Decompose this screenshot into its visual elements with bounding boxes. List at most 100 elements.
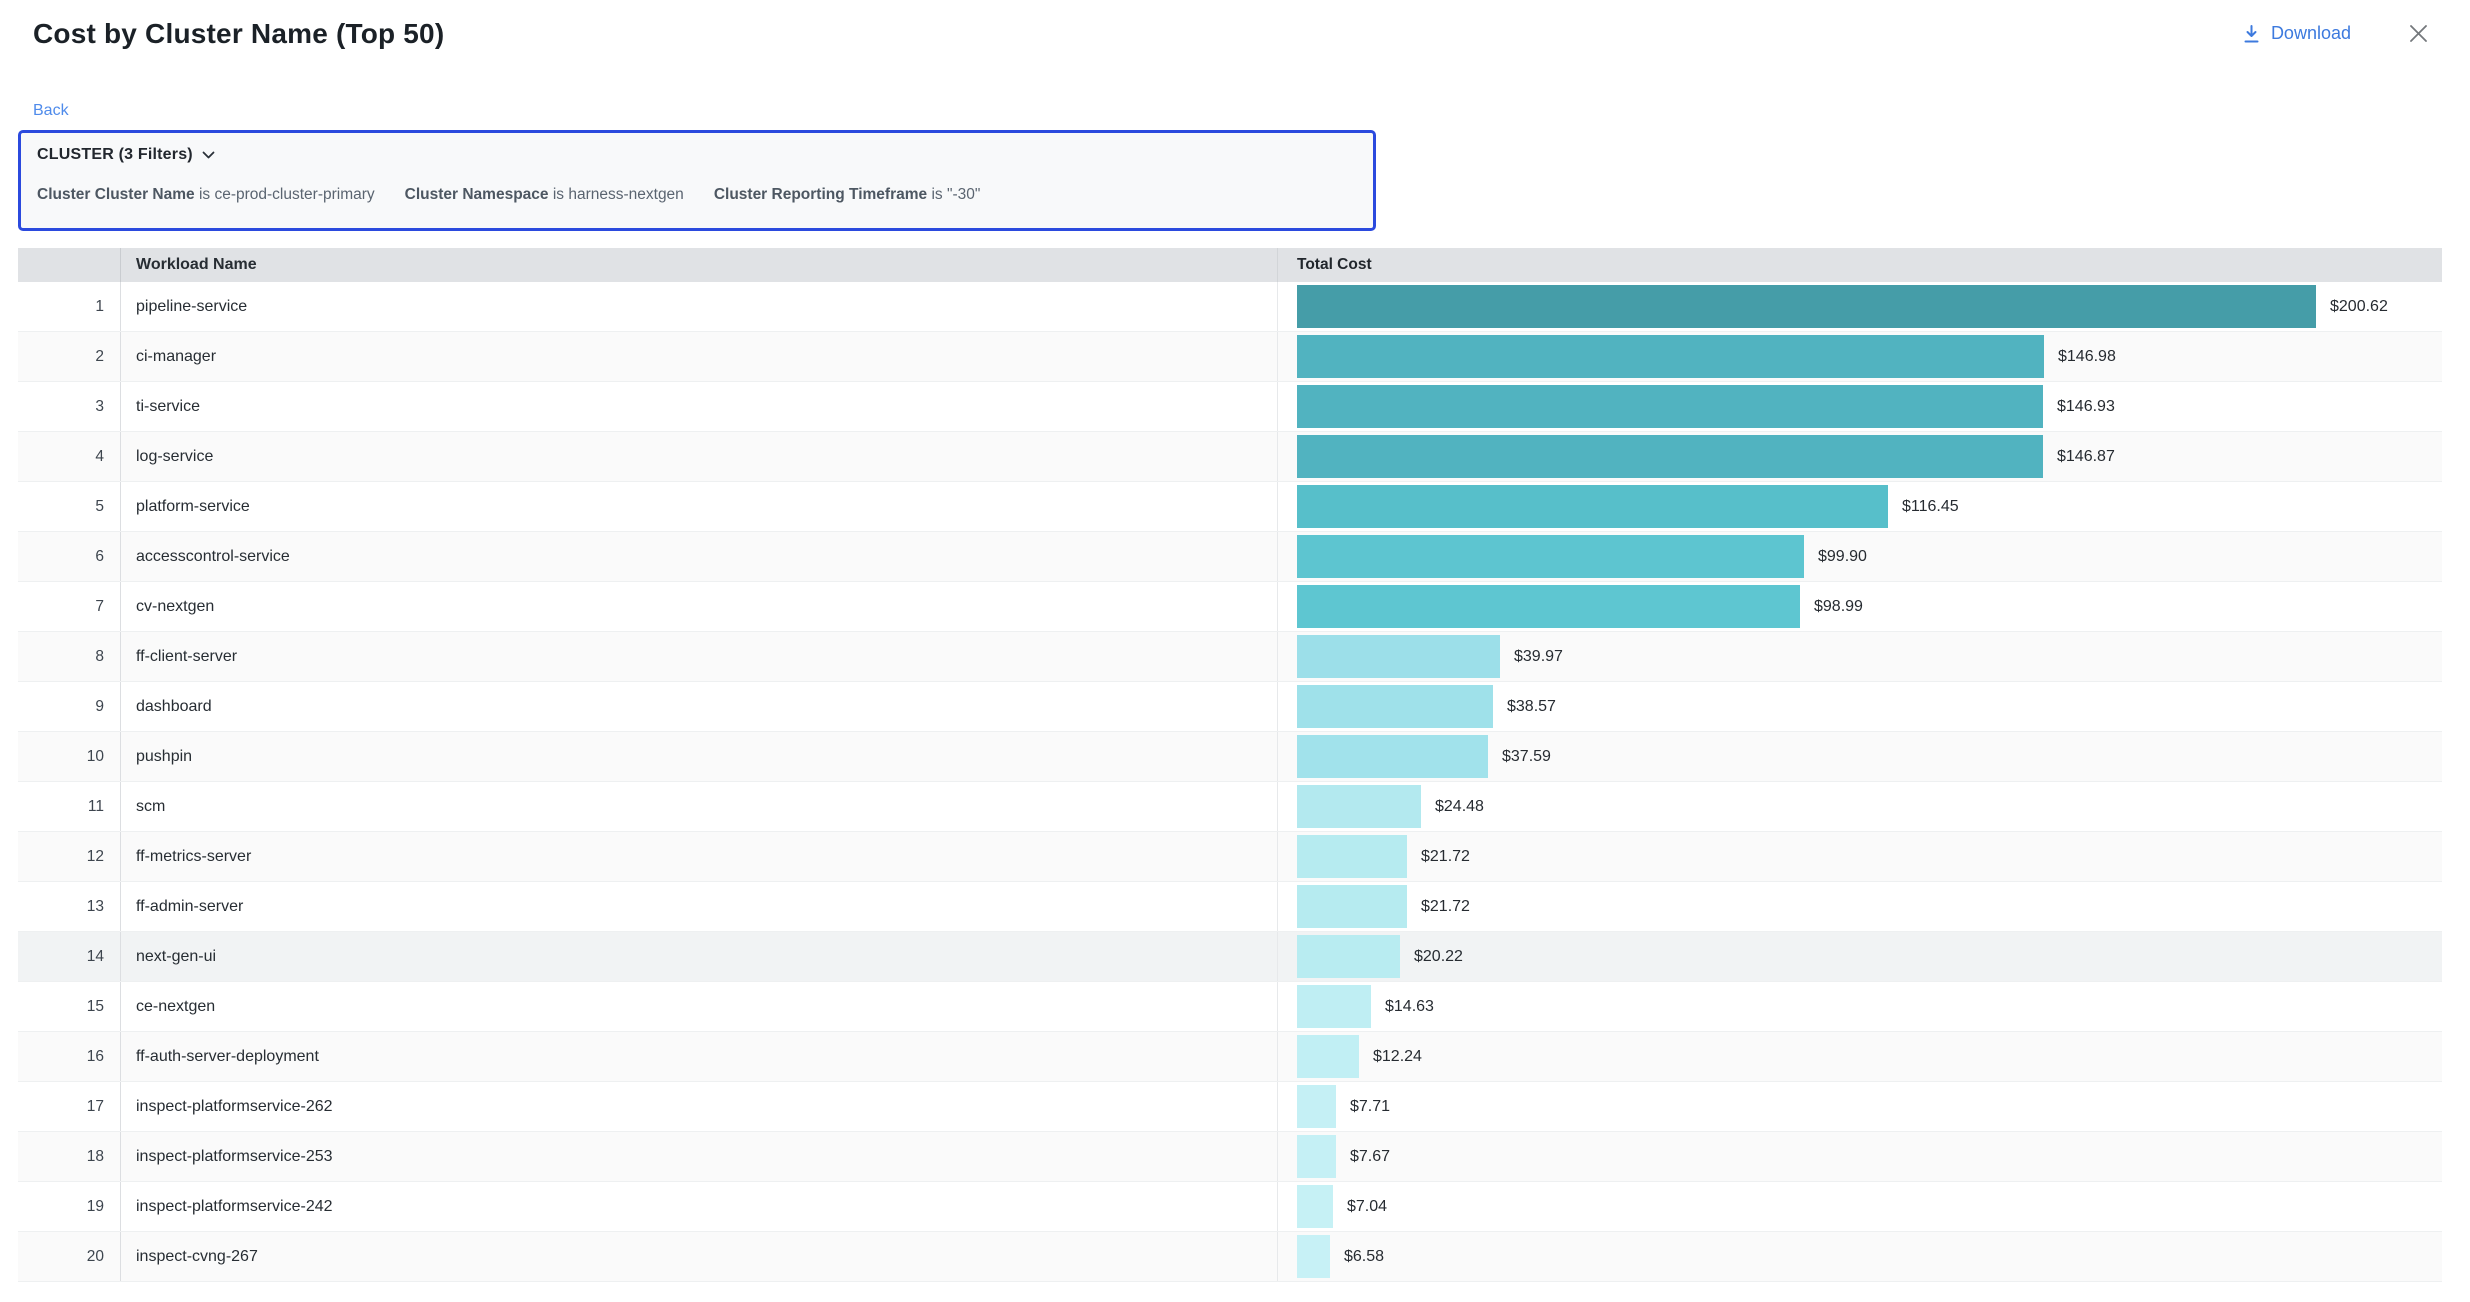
table-row[interactable]: 6 accesscontrol-service $99.90 xyxy=(18,532,2442,582)
cost-bar[interactable] xyxy=(1297,1135,1336,1178)
download-button[interactable]: Download xyxy=(2242,23,2351,44)
cost-value: $116.45 xyxy=(1902,498,1959,516)
cost-bar[interactable] xyxy=(1297,485,1888,528)
close-button[interactable] xyxy=(2407,22,2440,45)
row-rank: 4 xyxy=(18,432,120,481)
cost-bar[interactable] xyxy=(1297,935,1400,978)
row-workload-name: ff-client-server xyxy=(120,632,1277,681)
cost-table: Workload Name Total Cost 1 pipeline-serv… xyxy=(18,248,2442,1282)
cost-value: $7.71 xyxy=(1350,1098,1390,1116)
cost-bar[interactable] xyxy=(1297,885,1407,928)
row-workload-name: inspect-cvng-267 xyxy=(120,1232,1277,1281)
cost-bar[interactable] xyxy=(1297,685,1493,728)
cost-value: $99.90 xyxy=(1818,548,1867,566)
row-workload-name: pushpin xyxy=(120,732,1277,781)
table-row[interactable]: 13 ff-admin-server $21.72 xyxy=(18,882,2442,932)
table-row[interactable]: 19 inspect-platformservice-242 $7.04 xyxy=(18,1182,2442,1232)
cost-bar[interactable] xyxy=(1297,1185,1333,1228)
row-workload-name: platform-service xyxy=(120,482,1277,531)
row-workload-name: ce-nextgen xyxy=(120,982,1277,1031)
table-row[interactable]: 8 ff-client-server $39.97 xyxy=(18,632,2442,682)
cost-value: $21.72 xyxy=(1421,848,1470,866)
cost-value: $7.04 xyxy=(1347,1198,1387,1216)
row-rank: 7 xyxy=(18,582,120,631)
cost-value: $37.59 xyxy=(1502,748,1551,766)
back-link[interactable]: Back xyxy=(33,102,69,120)
row-workload-name: ff-metrics-server xyxy=(120,832,1277,881)
cost-bar[interactable] xyxy=(1297,835,1407,878)
row-workload-name: inspect-platformservice-262 xyxy=(120,1082,1277,1131)
row-workload-name: ti-service xyxy=(120,382,1277,431)
cost-value: $12.24 xyxy=(1373,1048,1422,1066)
row-rank: 10 xyxy=(18,732,120,781)
row-workload-name: scm xyxy=(120,782,1277,831)
row-workload-name: inspect-platformservice-253 xyxy=(120,1132,1277,1181)
row-rank: 18 xyxy=(18,1132,120,1181)
row-workload-name: cv-nextgen xyxy=(120,582,1277,631)
table-row[interactable]: 9 dashboard $38.57 xyxy=(18,682,2442,732)
row-workload-name: inspect-platformservice-242 xyxy=(120,1182,1277,1231)
cost-value: $39.97 xyxy=(1514,648,1563,666)
table-row[interactable]: 3 ti-service $146.93 xyxy=(18,382,2442,432)
filter-group-toggle[interactable]: CLUSTER (3 Filters) xyxy=(37,146,215,164)
cost-bar[interactable] xyxy=(1297,335,2044,378)
row-workload-name: log-service xyxy=(120,432,1277,481)
download-label: Download xyxy=(2271,23,2351,44)
table-row[interactable]: 2 ci-manager $146.98 xyxy=(18,332,2442,382)
cost-bar[interactable] xyxy=(1297,1085,1336,1128)
cost-value: $200.62 xyxy=(2330,298,2388,316)
table-row[interactable]: 18 inspect-platformservice-253 $7.67 xyxy=(18,1132,2442,1182)
table-row[interactable]: 14 next-gen-ui $20.22 xyxy=(18,932,2442,982)
cost-bar[interactable] xyxy=(1297,385,2043,428)
table-row[interactable]: 20 inspect-cvng-267 $6.58 xyxy=(18,1232,2442,1282)
cost-value: $38.57 xyxy=(1507,698,1556,716)
cost-bar[interactable] xyxy=(1297,585,1800,628)
chevron-down-icon xyxy=(202,151,215,160)
filter-condition: Cluster Namespace is harness-nextgen xyxy=(405,186,684,204)
table-row[interactable]: 7 cv-nextgen $98.99 xyxy=(18,582,2442,632)
page-title: Cost by Cluster Name (Top 50) xyxy=(33,18,444,50)
cost-bar[interactable] xyxy=(1297,635,1500,678)
row-workload-name: ci-manager xyxy=(120,332,1277,381)
row-rank: 8 xyxy=(18,632,120,681)
row-rank: 9 xyxy=(18,682,120,731)
filter-group-label: CLUSTER (3 Filters) xyxy=(37,146,193,164)
row-workload-name: pipeline-service xyxy=(120,282,1277,331)
table-row[interactable]: 10 pushpin $37.59 xyxy=(18,732,2442,782)
row-rank: 3 xyxy=(18,382,120,431)
cost-bar[interactable] xyxy=(1297,435,2043,478)
table-row[interactable]: 11 scm $24.48 xyxy=(18,782,2442,832)
table-row[interactable]: 17 inspect-platformservice-262 $7.71 xyxy=(18,1082,2442,1132)
row-workload-name: next-gen-ui xyxy=(120,932,1277,981)
row-rank: 11 xyxy=(18,782,120,831)
cost-bar[interactable] xyxy=(1297,285,2316,328)
cost-bar[interactable] xyxy=(1297,1235,1330,1278)
cost-value: $20.22 xyxy=(1414,948,1463,966)
cost-bar[interactable] xyxy=(1297,535,1804,578)
cost-value: $7.67 xyxy=(1350,1148,1390,1166)
cost-value: $24.48 xyxy=(1435,798,1484,816)
row-rank: 1 xyxy=(18,282,120,331)
table-row[interactable]: 15 ce-nextgen $14.63 xyxy=(18,982,2442,1032)
close-icon xyxy=(2407,22,2430,45)
table-row[interactable]: 12 ff-metrics-server $21.72 xyxy=(18,832,2442,882)
cost-bar[interactable] xyxy=(1297,785,1421,828)
table-row[interactable]: 16 ff-auth-server-deployment $12.24 xyxy=(18,1032,2442,1082)
cost-bar[interactable] xyxy=(1297,1035,1359,1078)
cost-bar[interactable] xyxy=(1297,985,1371,1028)
row-rank: 20 xyxy=(18,1232,120,1281)
table-row[interactable]: 1 pipeline-service $200.62 xyxy=(18,282,2442,332)
modal-header: Cost by Cluster Name (Top 50) Download xyxy=(0,0,2470,50)
row-rank: 15 xyxy=(18,982,120,1031)
row-rank: 6 xyxy=(18,532,120,581)
total-cost-column-header: Total Cost xyxy=(1277,248,2442,282)
row-rank: 17 xyxy=(18,1082,120,1131)
workload-name-column-header: Workload Name xyxy=(120,248,1277,282)
row-rank: 14 xyxy=(18,932,120,981)
cost-bar[interactable] xyxy=(1297,735,1488,778)
cost-value: $146.98 xyxy=(2058,348,2116,366)
table-row[interactable]: 4 log-service $146.87 xyxy=(18,432,2442,482)
row-workload-name: ff-admin-server xyxy=(120,882,1277,931)
table-row[interactable]: 5 platform-service $116.45 xyxy=(18,482,2442,532)
cost-value: $98.99 xyxy=(1814,598,1863,616)
